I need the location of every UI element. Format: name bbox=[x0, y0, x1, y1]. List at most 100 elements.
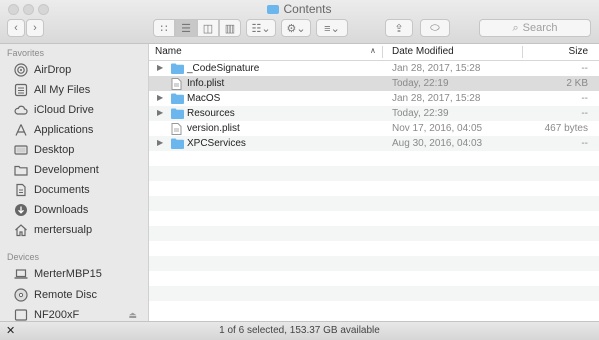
file-size: 467 bytes bbox=[544, 123, 588, 134]
table-row[interactable]: ▶ _CodeSignature Jan 28, 2017, 15:28 -- bbox=[149, 61, 599, 76]
sidebar-item-label: MerterMBP15 bbox=[34, 268, 102, 280]
file-date: Today, 22:19 bbox=[392, 78, 449, 89]
disclosure-triangle-icon[interactable]: ▶ bbox=[157, 63, 163, 72]
cloud-icon bbox=[14, 103, 28, 117]
sidebar-item-development[interactable]: Development bbox=[0, 160, 148, 180]
status-text: 1 of 6 selected, 153.37 GB available bbox=[219, 325, 380, 336]
folder-icon bbox=[171, 138, 184, 152]
action-button[interactable]: ⚙⌄ bbox=[281, 19, 311, 37]
sidebar-item-label: NF200xF bbox=[34, 309, 80, 321]
sidebar-item-applications[interactable]: Applications bbox=[0, 120, 148, 140]
cover-flow-icon: ▥ bbox=[224, 22, 236, 35]
sidebar-item-label: mertersualp bbox=[34, 224, 93, 236]
file-name: XPCServices bbox=[187, 138, 246, 149]
laptop-icon bbox=[14, 267, 28, 281]
applications-icon bbox=[14, 123, 28, 137]
sidebar-item-label: AirDrop bbox=[34, 64, 72, 76]
tag-icon: ⬭ bbox=[430, 21, 440, 34]
columns-icon: ◫ bbox=[202, 22, 214, 35]
sidebar-item-nf200xf[interactable]: NF200xF ⏏ bbox=[0, 305, 148, 321]
status-bar: ✕ 1 of 6 selected, 153.37 GB available bbox=[0, 321, 599, 340]
sidebar-item-airdrop[interactable]: AirDrop bbox=[0, 60, 148, 80]
titlebar: Contents ‹ › ∷ ☰ ◫ ▥ ☷⌄ ⚙⌄ ≡⌄ ⇪ ⬭ ⌕ Sear… bbox=[0, 0, 599, 44]
favorites-header: Favorites bbox=[7, 48, 45, 58]
sidebar-item-label: Applications bbox=[34, 124, 94, 136]
folder-icon bbox=[171, 93, 184, 107]
sidebar-item-home[interactable]: mertersualp bbox=[0, 220, 148, 240]
window-title: Contents bbox=[0, 2, 599, 16]
share-icon: ⇪ bbox=[394, 22, 404, 35]
sidebar-item-mertermbp15[interactable]: MerterMBP15 bbox=[0, 264, 148, 284]
sidebar-item-downloads[interactable]: Downloads bbox=[0, 200, 148, 220]
folder-icon bbox=[267, 5, 280, 14]
table-row[interactable]: version.plist Nov 17, 2016, 04:05 467 by… bbox=[149, 121, 599, 136]
disclosure-triangle-icon[interactable]: ▶ bbox=[157, 108, 163, 117]
column-view-button[interactable]: ◫ bbox=[197, 19, 219, 37]
table-row[interactable]: ▶ MacOS Jan 28, 2017, 15:28 -- bbox=[149, 91, 599, 106]
search-icon: ⌕ bbox=[512, 21, 519, 34]
sidebar-item-label: Downloads bbox=[34, 204, 89, 216]
devices-header: Devices bbox=[7, 252, 40, 262]
sidebar-item-label: Development bbox=[34, 164, 99, 176]
column-size[interactable]: Size bbox=[569, 46, 588, 57]
sidebar-item-label: Documents bbox=[34, 184, 90, 196]
folder-icon bbox=[171, 108, 184, 122]
sidebar-item-desktop[interactable]: Desktop bbox=[0, 140, 148, 160]
home-icon bbox=[14, 223, 28, 237]
column-header: Name ∧ Date Modified Size bbox=[149, 44, 599, 61]
empty-row bbox=[149, 226, 599, 241]
list-icon: ☰ bbox=[181, 22, 191, 35]
sidebar-item-label: iCloud Drive bbox=[34, 104, 94, 116]
file-name: version.plist bbox=[187, 123, 240, 134]
file-name: _CodeSignature bbox=[187, 63, 260, 74]
empty-row bbox=[149, 196, 599, 211]
column-divider[interactable] bbox=[382, 46, 383, 58]
sort-button[interactable]: ≡⌄ bbox=[316, 19, 348, 37]
icon-view-button[interactable]: ∷ bbox=[153, 19, 175, 37]
tags-button[interactable]: ⬭ bbox=[420, 19, 450, 37]
chevron-right-icon: › bbox=[33, 22, 37, 34]
file-list: Name ∧ Date Modified Size ▶ _CodeSignatu… bbox=[149, 44, 599, 321]
file-size: -- bbox=[581, 108, 588, 119]
sidebar-item-icloud-drive[interactable]: iCloud Drive bbox=[0, 100, 148, 120]
gear-icon: ⚙⌄ bbox=[286, 22, 306, 35]
back-button[interactable]: ‹ bbox=[7, 19, 25, 37]
empty-row bbox=[149, 301, 599, 316]
table-row[interactable]: ▶ Resources Today, 22:39 -- bbox=[149, 106, 599, 121]
sidebar-item-remote-disc[interactable]: Remote Disc bbox=[0, 285, 148, 305]
file-name: MacOS bbox=[187, 93, 221, 104]
disclosure-triangle-icon[interactable]: ▶ bbox=[157, 93, 163, 102]
folder-icon bbox=[171, 63, 184, 77]
list-view-button[interactable]: ☰ bbox=[175, 19, 197, 37]
grid-icon: ∷ bbox=[160, 22, 168, 35]
close-icon[interactable]: ✕ bbox=[6, 322, 15, 340]
empty-row bbox=[149, 286, 599, 301]
sidebar: Favorites AirDrop All My Files iCloud Dr… bbox=[0, 44, 149, 321]
documents-icon bbox=[14, 183, 28, 197]
column-divider[interactable] bbox=[522, 46, 523, 58]
file-date: Jan 28, 2017, 15:28 bbox=[392, 63, 481, 74]
search-field[interactable]: ⌕ Search bbox=[479, 19, 591, 37]
column-name[interactable]: Name bbox=[155, 46, 182, 57]
eject-icon[interactable]: ⏏ bbox=[128, 310, 137, 321]
cover-flow-button[interactable]: ▥ bbox=[219, 19, 241, 37]
file-size: -- bbox=[581, 138, 588, 149]
disclosure-triangle-icon[interactable]: ▶ bbox=[157, 138, 163, 147]
sidebar-item-label: Remote Disc bbox=[34, 289, 97, 301]
arrange-button[interactable]: ☷⌄ bbox=[246, 19, 276, 37]
share-button[interactable]: ⇪ bbox=[385, 19, 413, 37]
column-date-modified[interactable]: Date Modified bbox=[392, 46, 454, 57]
table-row[interactable]: Info.plist Today, 22:19 2 KB bbox=[149, 76, 599, 91]
table-row[interactable]: ▶ XPCServices Aug 30, 2016, 04:03 -- bbox=[149, 136, 599, 151]
search-placeholder: Search bbox=[522, 22, 558, 34]
sidebar-item-documents[interactable]: Documents bbox=[0, 180, 148, 200]
file-date: Aug 30, 2016, 04:03 bbox=[392, 138, 483, 149]
file-name: Info.plist bbox=[187, 78, 225, 89]
sort-ascending-icon[interactable]: ∧ bbox=[370, 46, 376, 55]
file-size: -- bbox=[581, 63, 588, 74]
file-size: 2 KB bbox=[566, 78, 588, 89]
forward-button[interactable]: › bbox=[26, 19, 44, 37]
all-files-icon bbox=[14, 83, 28, 97]
arrange-icon: ☷⌄ bbox=[251, 22, 271, 35]
sidebar-item-all-my-files[interactable]: All My Files bbox=[0, 80, 148, 100]
